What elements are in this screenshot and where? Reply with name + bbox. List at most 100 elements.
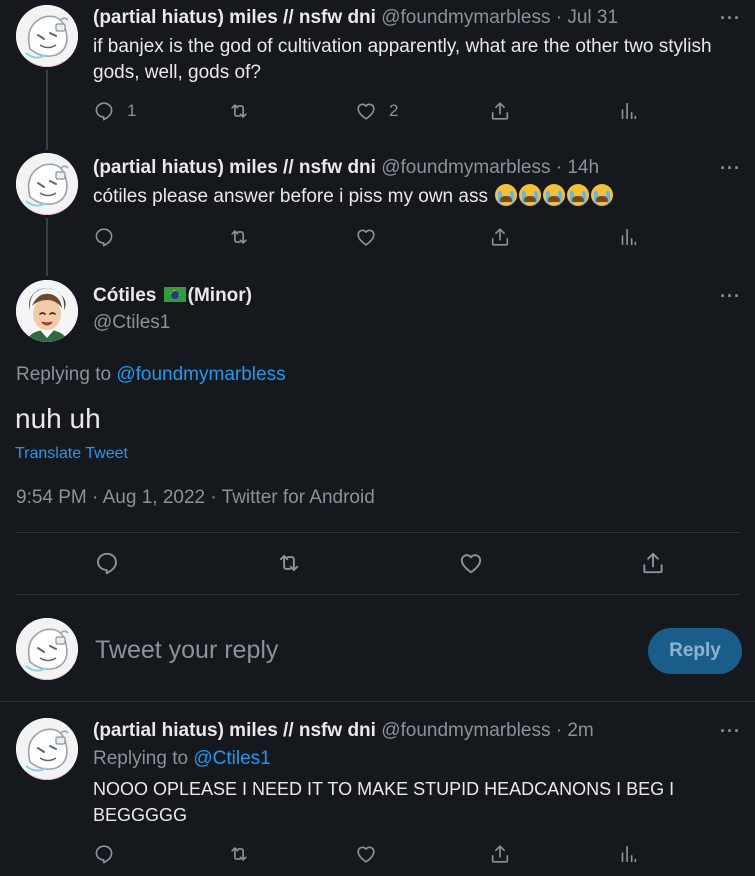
- loudly-crying-face-icon: [591, 184, 614, 206]
- replying-to-link[interactable]: @Ctiles1: [193, 748, 270, 769]
- tweet-time[interactable]: 14h: [567, 157, 599, 178]
- loudly-crying-face-icon: [495, 184, 518, 206]
- tweet-body: cótiles please answer before i piss my o…: [93, 184, 743, 210]
- replying-to: Replying to @Ctiles1: [93, 748, 271, 770]
- author-name[interactable]: Cótiles: [93, 285, 156, 306]
- like-button[interactable]: 2: [355, 100, 398, 122]
- loudly-crying-face-icon: [567, 184, 590, 206]
- like-button[interactable]: [458, 550, 484, 576]
- share-icon: [489, 843, 511, 865]
- share-button[interactable]: [640, 550, 666, 576]
- share-icon: [489, 100, 511, 122]
- more-options-icon[interactable]: ···: [720, 721, 741, 742]
- separator: ·: [555, 157, 563, 178]
- author-handle[interactable]: @foundmymarbless: [381, 720, 550, 741]
- analytics-icon: [617, 226, 639, 248]
- divider: [15, 594, 740, 595]
- retweet-button[interactable]: [228, 843, 250, 865]
- analytics-icon: [617, 100, 639, 122]
- author-handle[interactable]: @foundmymarbless: [381, 7, 550, 28]
- ghost-avatar-icon: [16, 5, 78, 67]
- author-name[interactable]: (partial hiatus) miles // nsfw dni: [93, 157, 376, 178]
- like-button[interactable]: [355, 226, 377, 248]
- analytics-button[interactable]: [617, 843, 639, 865]
- tweet-header: (partial hiatus) miles // nsfw dni @foun…: [93, 720, 594, 742]
- analytics-icon: [617, 843, 639, 865]
- brazil-flag-icon: [163, 287, 186, 302]
- author-name[interactable]: (partial hiatus) miles // nsfw dni: [93, 720, 376, 741]
- tweet-text: cótiles please answer before i piss my o…: [93, 186, 488, 207]
- tweet-header: (partial hiatus) miles // nsfw dni @foun…: [93, 157, 599, 179]
- separator: ·: [210, 487, 217, 508]
- reply-button[interactable]: [93, 843, 115, 865]
- retweet-icon: [228, 226, 250, 248]
- retweet-button[interactable]: [276, 550, 302, 576]
- tweet-time[interactable]: 9:54 PM: [16, 487, 87, 508]
- avatar[interactable]: [16, 718, 78, 780]
- translate-tweet-link[interactable]: Translate Tweet: [15, 445, 128, 463]
- ghost-avatar-icon: [16, 718, 78, 780]
- more-options-icon[interactable]: ···: [720, 286, 741, 307]
- like-icon: [355, 226, 377, 248]
- tweet-time[interactable]: Jul 31: [567, 7, 618, 28]
- like-count: 2: [389, 101, 399, 120]
- share-button[interactable]: [489, 843, 511, 865]
- reply-icon: [94, 550, 120, 576]
- retweet-icon: [228, 843, 250, 865]
- author-handle[interactable]: @foundmymarbless: [381, 157, 550, 178]
- replying-to-label: Replying to: [93, 748, 189, 769]
- reply-count: 1: [127, 101, 137, 120]
- tweet-source[interactable]: Twitter for Android: [222, 487, 375, 508]
- like-button[interactable]: [355, 843, 377, 865]
- avatar[interactable]: [16, 5, 78, 67]
- avatar[interactable]: [16, 280, 78, 342]
- replying-to-link[interactable]: @foundmymarbless: [116, 364, 285, 385]
- ghost-avatar-icon: [16, 618, 78, 680]
- tweet-header: (partial hiatus) miles // nsfw dni @foun…: [93, 7, 618, 29]
- retweet-button[interactable]: [228, 100, 250, 122]
- divider: [15, 532, 740, 533]
- analytics-button[interactable]: [617, 226, 639, 248]
- reply-button[interactable]: 1: [93, 100, 136, 122]
- more-options-icon[interactable]: ···: [720, 8, 741, 29]
- ghost-avatar-icon: [16, 153, 78, 215]
- reply-icon: [93, 226, 115, 248]
- thread-line: [46, 218, 48, 276]
- author-handle[interactable]: @Ctiles1: [93, 312, 170, 334]
- tweet-meta: 9:54 PM · Aug 1, 2022 · Twitter for Andr…: [16, 487, 375, 509]
- author-name[interactable]: (partial hiatus) miles // nsfw dni: [93, 7, 376, 28]
- share-button[interactable]: [489, 100, 511, 122]
- separator: ·: [92, 487, 99, 508]
- like-icon: [458, 550, 484, 576]
- reply-button[interactable]: [94, 550, 120, 576]
- composer-avatar: [16, 618, 78, 680]
- tweet-actions: [93, 843, 653, 869]
- tweet-text: nuh uh: [15, 403, 101, 434]
- retweet-button[interactable]: [228, 226, 250, 248]
- author-name-suffix[interactable]: (Minor): [188, 285, 252, 306]
- author-name-row: Cótiles (Minor): [93, 285, 252, 307]
- share-icon: [640, 550, 666, 576]
- share-icon: [489, 226, 511, 248]
- like-icon: [355, 843, 377, 865]
- tweet-actions: 1 2: [93, 100, 653, 126]
- more-options-icon[interactable]: ···: [720, 158, 741, 179]
- separator: ·: [555, 7, 563, 28]
- loudly-crying-face-icon: [519, 184, 542, 206]
- loudly-crying-face-icon: [543, 184, 566, 206]
- divider: [0, 701, 755, 702]
- tweet-date[interactable]: Aug 1, 2022: [103, 487, 205, 508]
- reply-input[interactable]: Tweet your reply: [95, 636, 278, 665]
- tweet-time[interactable]: 2m: [567, 720, 593, 741]
- reply-submit-button[interactable]: Reply: [648, 628, 742, 674]
- share-button[interactable]: [489, 226, 511, 248]
- character-avatar-icon: [16, 280, 78, 342]
- avatar[interactable]: [16, 153, 78, 215]
- reply-button[interactable]: [93, 226, 115, 248]
- analytics-button[interactable]: [617, 100, 639, 122]
- separator: ·: [555, 720, 563, 741]
- retweet-icon: [276, 550, 302, 576]
- replying-to: Replying to @foundmymarbless: [16, 364, 286, 386]
- tweet-text: NOOO OPLEASE I NEED IT TO MAKE STUPID HE…: [93, 779, 675, 825]
- replying-to-label: Replying to: [16, 364, 112, 385]
